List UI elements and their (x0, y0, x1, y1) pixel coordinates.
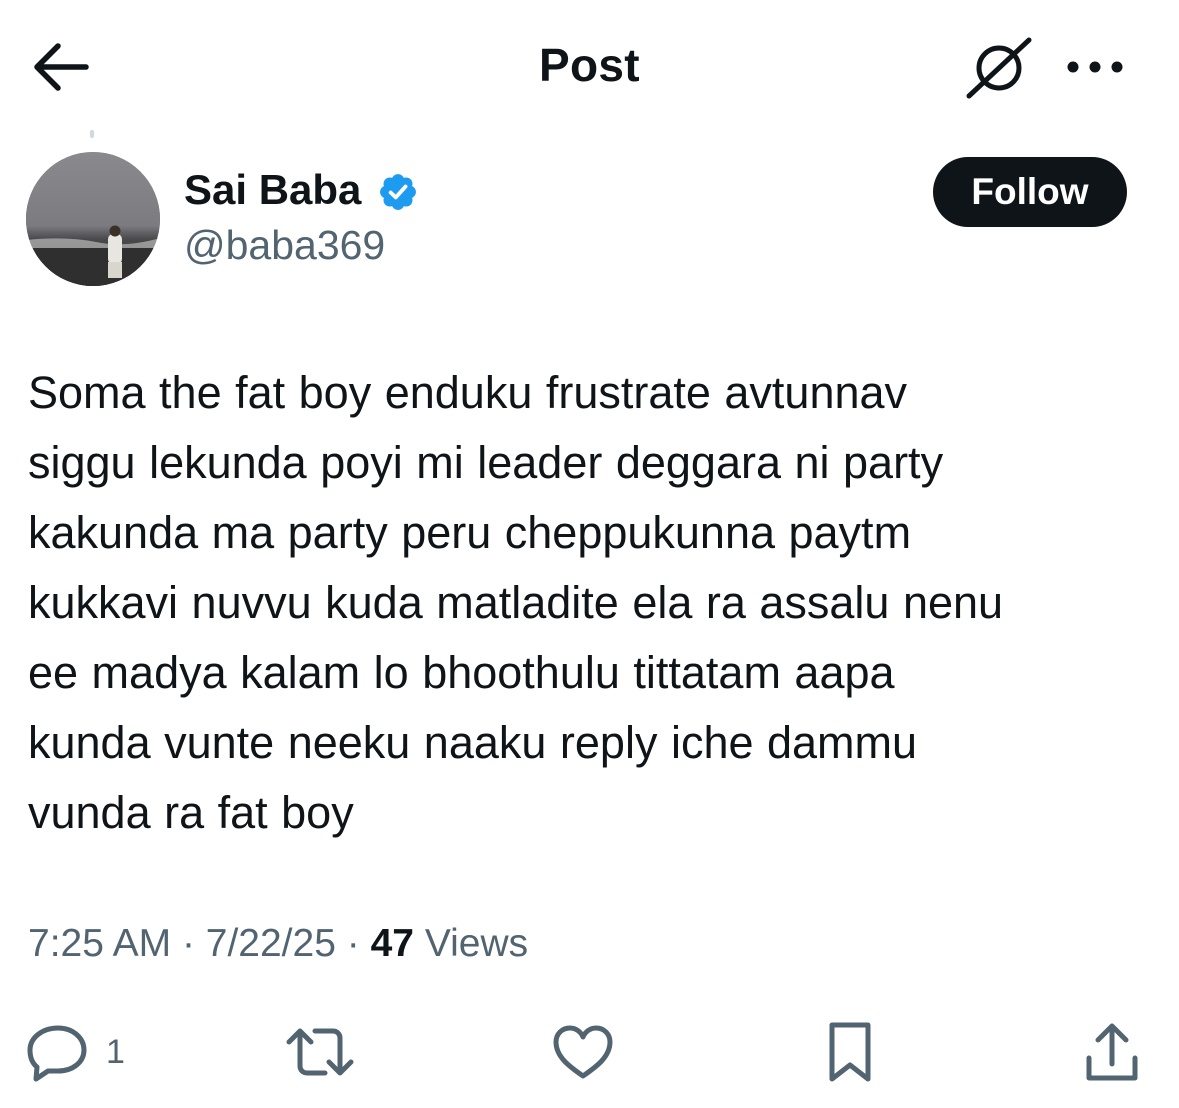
tweet-meta: 7:25 AM · 7/22/25 · 47 Views (28, 922, 528, 966)
meta-separator: · (346, 922, 360, 965)
avatar-photo (26, 152, 160, 286)
reply-button[interactable]: 1 (26, 1018, 125, 1086)
views-count[interactable]: 47 (371, 922, 414, 965)
tweet-time[interactable]: 7:25 AM (28, 922, 171, 965)
views-label[interactable]: Views (425, 922, 528, 965)
repost-icon (286, 1028, 354, 1076)
like-button[interactable] (550, 1018, 616, 1086)
bookmark-button[interactable] (822, 1018, 878, 1086)
avatar[interactable] (26, 152, 160, 286)
author-display-name[interactable]: Sai Baba (184, 166, 361, 214)
bookmark-icon (829, 1022, 871, 1082)
repost-button[interactable] (283, 1018, 357, 1086)
reply-count: 1 (106, 1032, 125, 1071)
tweet-date[interactable]: 7/22/25 (206, 922, 336, 965)
top-nav-bar: Post (0, 0, 1179, 135)
more-dots-icon (1067, 61, 1123, 73)
share-button[interactable] (1082, 1018, 1142, 1086)
heart-icon (553, 1025, 613, 1079)
meta-separator: · (181, 922, 195, 965)
more-options-button[interactable] (1064, 50, 1126, 84)
author-username[interactable]: @baba369 (184, 222, 385, 269)
verified-badge (377, 171, 419, 213)
tweet-text: Soma the fat boy enduku frustrate avtunn… (28, 367, 1004, 838)
verified-check-icon (380, 174, 416, 210)
reply-icon (27, 1025, 87, 1082)
thread-connector (90, 130, 94, 138)
grok-button[interactable] (963, 32, 1035, 104)
follow-button[interactable]: Follow (933, 157, 1127, 227)
share-icon (1086, 1023, 1138, 1081)
grok-icon (966, 37, 1032, 99)
